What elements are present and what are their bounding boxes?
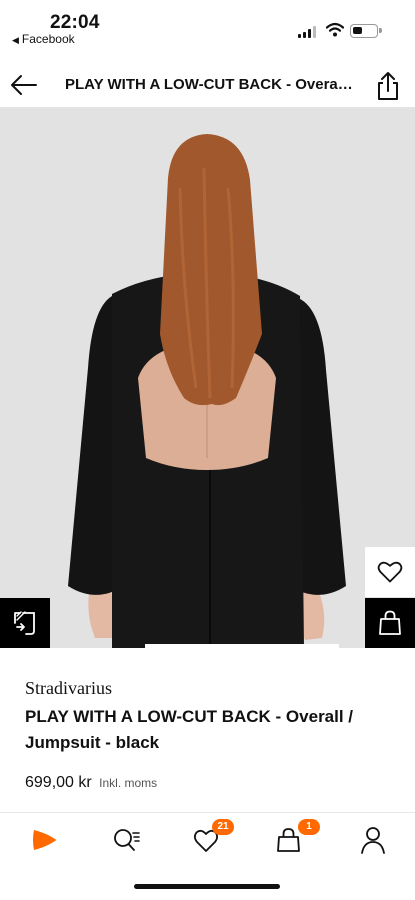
- gallery-pager[interactable]: [0, 644, 415, 648]
- price-row: 699,00 kr Inkl. moms: [25, 774, 157, 792]
- heart-icon: [377, 561, 403, 583]
- back-to-app-link[interactable]: ◀ Facebook: [12, 32, 75, 46]
- battery-level: [353, 27, 362, 34]
- user-icon: [361, 827, 385, 854]
- status-time: 22:04: [50, 12, 100, 33]
- shopping-bag-icon: [379, 610, 401, 635]
- battery-icon: [350, 24, 382, 38]
- back-triangle-icon: ◀: [12, 35, 19, 45]
- tab-bag[interactable]: 1: [274, 819, 320, 857]
- product-name: PLAY WITH A LOW-CUT BACK - Overall / Jum…: [25, 707, 354, 752]
- add-to-wishlist-button[interactable]: [365, 547, 415, 597]
- tab-account[interactable]: [356, 823, 390, 857]
- add-to-bag-button[interactable]: [365, 598, 415, 648]
- cellular-signal-icon: [298, 26, 318, 38]
- price: 699,00 kr: [25, 774, 92, 791]
- page-title: PLAY WITH A LOW-CUT BACK - Overall / Jum…: [65, 76, 355, 93]
- tab-home[interactable]: [26, 823, 60, 857]
- bag-count-badge: 1: [298, 819, 320, 835]
- bottom-tab-bar: 21 1: [0, 812, 415, 866]
- wishlist-count-badge: 21: [212, 819, 234, 835]
- share-icon: [378, 72, 398, 100]
- zalando-logo-icon: [33, 830, 56, 850]
- vat-note: Inkl. moms: [99, 776, 158, 790]
- share-button[interactable]: [374, 70, 402, 102]
- status-bar: 22:04 ◀ Facebook: [0, 0, 415, 60]
- top-navigation-bar: PLAY WITH A LOW-CUT BACK - Overall / Jum…: [0, 62, 415, 108]
- back-arrow-icon: [11, 75, 37, 95]
- wifi-icon: [326, 22, 344, 37]
- product-photo: [0, 108, 415, 648]
- back-app-label: Facebook: [21, 32, 75, 46]
- home-indicator[interactable]: [134, 884, 280, 889]
- brand-name[interactable]: Stradivarius: [25, 678, 112, 699]
- tab-wishlist[interactable]: 21: [192, 819, 234, 857]
- gallery-active-indicator: [145, 644, 339, 648]
- product-image[interactable]: [0, 108, 415, 648]
- tab-search[interactable]: [110, 823, 144, 857]
- back-button[interactable]: [8, 70, 40, 100]
- search-icon: [114, 829, 140, 851]
- size-fit-button[interactable]: [0, 598, 50, 648]
- size-fit-icon: [14, 611, 35, 635]
